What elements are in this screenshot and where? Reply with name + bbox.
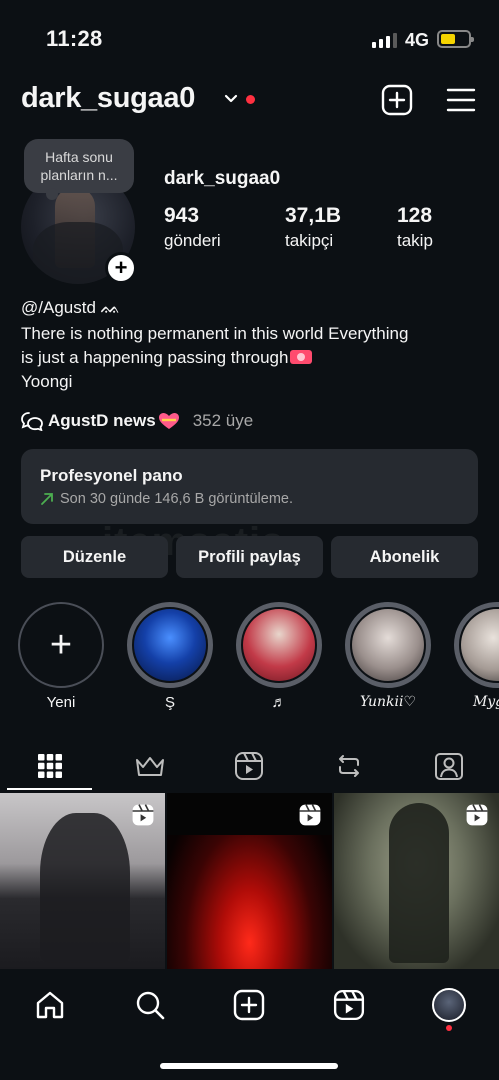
stat-followers[interactable]: 37,1B takipçi bbox=[285, 204, 341, 251]
plus-icon: + bbox=[49, 624, 73, 666]
stat-value: 943 bbox=[164, 204, 200, 227]
edit-profile-button[interactable]: Düzenle bbox=[21, 536, 168, 578]
reels-icon bbox=[235, 752, 264, 780]
notification-dot bbox=[246, 95, 255, 104]
highlight-label: Myg( ˘ bbox=[472, 694, 499, 710]
highlight-label: Ş bbox=[164, 694, 175, 711]
network-label: 4G bbox=[405, 30, 430, 50]
grid-icon bbox=[37, 754, 62, 778]
reel-badge-icon bbox=[299, 804, 321, 826]
tab-reels[interactable] bbox=[200, 740, 300, 792]
create-icon[interactable] bbox=[381, 84, 413, 116]
tab-posts[interactable] bbox=[0, 740, 100, 792]
stat-label: takip bbox=[397, 231, 433, 250]
ticket-icon bbox=[290, 350, 313, 364]
broadcast-channel[interactable]: AgustD news 352 üye bbox=[21, 411, 253, 431]
highlight-ring bbox=[127, 602, 213, 688]
bio-line-2: is just a happening passing through bbox=[21, 346, 481, 370]
nav-create[interactable] bbox=[232, 988, 266, 1022]
create-icon bbox=[233, 989, 265, 1021]
stat-label: gönderi bbox=[164, 231, 221, 250]
stat-label: takipçi bbox=[285, 231, 334, 250]
heart-icon bbox=[158, 413, 179, 429]
highlight-item[interactable]: ♬ bbox=[236, 602, 322, 711]
chevron-down-icon[interactable] bbox=[224, 92, 238, 106]
home-indicator bbox=[160, 1063, 338, 1069]
active-tab-indicator bbox=[7, 788, 92, 790]
tab-reposts[interactable] bbox=[299, 740, 399, 792]
notification-dot bbox=[446, 1025, 452, 1031]
profile-actions: Düzenle Profili paylaş Abonelik bbox=[21, 536, 478, 578]
grid-post[interactable] bbox=[334, 793, 499, 969]
threads-icon: ᨐ bbox=[100, 298, 121, 317]
bio-line: Yoongi bbox=[21, 372, 73, 391]
crown-icon bbox=[135, 757, 164, 776]
nav-profile[interactable] bbox=[432, 988, 466, 1022]
bio: There is nothing permanent in this world… bbox=[21, 322, 481, 394]
grid-post[interactable] bbox=[0, 793, 165, 969]
highlight-cover bbox=[352, 609, 424, 681]
tagged-icon bbox=[435, 753, 464, 780]
stat-following[interactable]: 128 takip bbox=[397, 204, 433, 251]
channel-icon bbox=[21, 412, 43, 431]
professional-dashboard[interactable]: Profesyonel pano Son 30 günde 146,6 B gö… bbox=[21, 449, 478, 524]
profile-avatar bbox=[432, 988, 466, 1022]
grid-post[interactable] bbox=[167, 793, 332, 969]
tab-tagged[interactable] bbox=[399, 740, 499, 792]
posts-grid bbox=[0, 793, 499, 969]
channel-name: AgustD news bbox=[48, 411, 156, 430]
reel-badge-icon bbox=[132, 804, 154, 826]
reel-badge-icon bbox=[466, 804, 488, 826]
channel-members: 352 üye bbox=[192, 411, 254, 430]
highlight-new[interactable]: + Yeni bbox=[18, 602, 104, 711]
home-icon bbox=[36, 991, 64, 1019]
repost-icon bbox=[339, 755, 360, 777]
note-bubble[interactable]: Hafta sonu planların n... bbox=[24, 139, 134, 200]
highlight-label: ♬ bbox=[271, 694, 287, 711]
status-time: 11:28 bbox=[46, 26, 103, 51]
menu-icon[interactable] bbox=[446, 86, 476, 114]
add-story-icon[interactable]: + bbox=[105, 252, 137, 284]
stat-value: 128 bbox=[397, 204, 433, 227]
profile-tabs bbox=[0, 740, 499, 792]
highlight-ring bbox=[454, 602, 499, 688]
nav-search[interactable] bbox=[133, 988, 167, 1022]
threads-handle[interactable]: @/Agustd ᨐ bbox=[21, 298, 121, 318]
dashboard-title: Profesyonel pano bbox=[40, 466, 183, 485]
status-bar: 11:28 4G bbox=[0, 0, 499, 80]
highlight-ring: + bbox=[18, 602, 104, 688]
story-highlights: + Yeni Ş ♬ Yunkii♡ Myg( ˘ bbox=[0, 602, 499, 722]
stat-value: 37,1B bbox=[285, 204, 342, 227]
highlight-item[interactable]: Yunkii♡ bbox=[345, 602, 431, 710]
search-icon bbox=[136, 991, 165, 1020]
handle-text: @/Agustd bbox=[21, 298, 101, 317]
highlight-cover bbox=[461, 609, 499, 681]
highlight-cover bbox=[243, 609, 315, 681]
highlight-ring bbox=[236, 602, 322, 688]
profile-name: dark_sugaa0 bbox=[164, 168, 281, 189]
bio-line: There is nothing permanent in this world… bbox=[21, 324, 409, 343]
battery-icon bbox=[437, 30, 474, 48]
subscription-button[interactable]: Abonelik bbox=[331, 536, 478, 578]
note-text: Hafta sonu planların n... bbox=[40, 149, 118, 183]
profile-header: dark_sugaa0 bbox=[0, 80, 499, 124]
signal-icon bbox=[372, 32, 397, 48]
highlight-item[interactable]: Myg( ˘ bbox=[454, 602, 499, 710]
highlight-label: Yunkii♡ bbox=[359, 694, 417, 710]
trend-up-icon bbox=[41, 493, 53, 505]
highlight-ring bbox=[345, 602, 431, 688]
highlight-cover bbox=[134, 609, 206, 681]
account-switcher[interactable]: dark_sugaa0 bbox=[21, 82, 195, 115]
dashboard-subtitle: Son 30 günde 146,6 B görüntüleme. bbox=[40, 491, 459, 507]
tab-subscriptions[interactable] bbox=[100, 740, 200, 792]
highlight-label: Yeni bbox=[46, 694, 76, 711]
nav-reels[interactable] bbox=[332, 988, 366, 1022]
share-profile-button[interactable]: Profili paylaş bbox=[176, 536, 323, 578]
reels-icon bbox=[333, 989, 365, 1021]
nav-home[interactable] bbox=[33, 988, 67, 1022]
highlight-item[interactable]: Ş bbox=[127, 602, 213, 711]
stat-posts[interactable]: 943 gönderi bbox=[164, 204, 221, 251]
